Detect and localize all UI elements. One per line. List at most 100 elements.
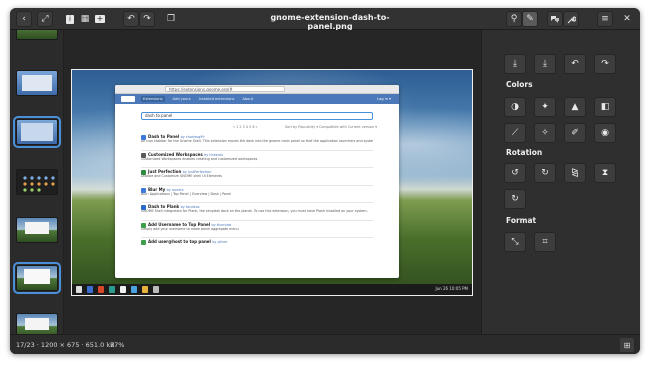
extension-author: by aunetx <box>166 187 184 192</box>
displayed-image: https://extensions.gnome.org/# Extension… <box>71 69 473 296</box>
flip-vertical-icon: ⧗ <box>601 167 609 178</box>
status-bar: 17/23 · 1200 × 675 · 651.0 kB 77% ⊞ <box>10 334 640 354</box>
add-button[interactable]: + <box>94 11 106 27</box>
info-button[interactable]: i <box>64 11 76 27</box>
crop-icon: ⌗ <box>542 236 548 247</box>
save-as-icon: ⤓ <box>543 58 547 69</box>
taskbar-app-icon <box>87 286 93 293</box>
gnome-logo <box>121 96 135 102</box>
extension-list: Dash to Panel by charlesg99 An icon task… <box>141 133 373 256</box>
extension-icon <box>141 205 146 210</box>
grid-view-button[interactable]: ⊞ <box>620 338 634 352</box>
back-button[interactable]: ‹ <box>16 11 32 27</box>
red-eye-button[interactable]: ◉ <box>594 123 616 143</box>
wrench-icon <box>567 15 576 24</box>
curves-icon: ⟋ <box>511 127 519 138</box>
extension-desc: Disable and Customize GNOME shell UI Ele… <box>141 174 222 178</box>
pager: « 1 2 3 4 5 6 » <box>233 125 258 129</box>
thumbnail[interactable] <box>16 30 58 40</box>
gallery-button[interactable]: ▦ <box>79 11 91 27</box>
crop-button[interactable]: ⌗ <box>534 232 556 252</box>
eyedropper-button[interactable]: ✐ <box>564 123 586 143</box>
rotation-heading: Rotation <box>506 148 543 157</box>
red-eye-icon: ◉ <box>601 127 609 138</box>
window-title: gnome-extension-dash-to-panel.png <box>270 13 390 31</box>
levels-button[interactable]: ▲ <box>564 97 586 117</box>
nav-item: Add yours <box>172 97 191 101</box>
image-viewer-window: ‹ ⤢ i ▦ + ↶ ↷ ❐ gnome-extension-dash-to-… <box>10 8 640 354</box>
rotate-right-icon: ↷ <box>143 13 151 24</box>
extension-icon <box>141 240 146 245</box>
rotate-cw-button[interactable]: ↻ <box>534 163 556 183</box>
close-button[interactable]: ✕ <box>620 11 634 27</box>
nav-item: Installed extensions <box>198 97 235 101</box>
flip-horizontal-icon: ⧎ <box>571 167 579 178</box>
chat-button[interactable] <box>547 11 563 27</box>
sort-filters: Sort by Popularity ▾ Compatible with Cur… <box>285 125 377 129</box>
resize-icon: ⤡ <box>511 236 519 247</box>
extension-search-field: dash to panel <box>141 112 373 120</box>
save-as-button[interactable]: ⤓ <box>534 54 556 74</box>
list-item: Just Perfection by JustPerfection Disabl… <box>141 168 373 186</box>
extension-name: Customized Workspaces <box>148 151 203 157</box>
close-icon: ✕ <box>623 13 631 24</box>
magic-wand-icon: ✧ <box>541 127 549 138</box>
zoom-level[interactable]: 77% <box>110 341 124 349</box>
extension-author: by tinkeros <box>204 152 223 157</box>
fullscreen-button[interactable]: ⤢ <box>37 11 53 27</box>
gallery-icon: ▦ <box>80 13 90 24</box>
fullscreen-icon: ⤢ <box>41 13 49 24</box>
edit-pencil-icon: ✎ <box>526 13 534 24</box>
list-item: Dash to Panel by charlesg99 An icon task… <box>141 133 373 151</box>
image-info: 17/23 · 1200 × 675 · 651.0 kB <box>16 341 115 349</box>
list-item: Customized Workspaces by tinkeros Custom… <box>141 151 373 168</box>
extension-desc: Customized Workspaces enables creating a… <box>141 156 258 161</box>
copy-icon: ❐ <box>166 13 176 24</box>
saturation-button[interactable]: ◧ <box>594 97 616 117</box>
grid-icon: ⊞ <box>623 340 631 350</box>
back-icon: ‹ <box>22 13 26 24</box>
rotate-ccw-icon: ↺ <box>511 167 519 178</box>
flip-vertical-button[interactable]: ⧗ <box>594 163 616 183</box>
contrast-button[interactable]: ◑ <box>504 97 526 117</box>
thumbnail-strip[interactable] <box>10 30 64 334</box>
thumbnail[interactable] <box>16 169 58 195</box>
taskbar-app-icon <box>120 286 126 293</box>
extension-desc: An icon taskbar for the Gnome Shell. Thi… <box>141 139 373 143</box>
redo-button[interactable]: ↷ <box>594 54 616 74</box>
flip-horizontal-button[interactable]: ⧎ <box>564 163 586 183</box>
tools-button[interactable] <box>563 11 579 27</box>
thumbnail[interactable] <box>16 217 58 243</box>
rotate-ccw-button[interactable]: ↺ <box>504 163 526 183</box>
magic-wand-button[interactable]: ✧ <box>534 123 556 143</box>
screenshot-taskbar: Jun 26 10:05 PM <box>72 284 472 295</box>
menu-icon: ≡ <box>601 13 609 24</box>
redo-icon: ↷ <box>601 58 609 69</box>
extension-desc: GNOME Shell integration for Plank, the s… <box>141 209 368 213</box>
undo-button[interactable]: ↶ <box>564 54 586 74</box>
thumbnail[interactable] <box>16 70 58 96</box>
copy-button[interactable]: ❐ <box>165 11 177 27</box>
thumbnail-current[interactable] <box>13 262 61 294</box>
extension-icon <box>141 187 146 193</box>
list-item: Dash to Plank by tondeos GNOME Shell int… <box>141 203 373 221</box>
thumbnail[interactable] <box>13 116 61 148</box>
save-icon: ⤓ <box>513 58 517 69</box>
brightness-button[interactable]: ✦ <box>534 97 556 117</box>
curves-button[interactable]: ⟋ <box>504 123 526 143</box>
rotate-left-button[interactable]: ↶ <box>123 11 139 27</box>
pin-button[interactable]: ⚲ <box>506 11 522 27</box>
edit-button[interactable]: ✎ <box>522 11 538 27</box>
menu-button[interactable]: ≡ <box>597 11 613 27</box>
site-nav: Extensions Add yours Installed extension… <box>115 94 399 104</box>
list-item: Add Username to Top Panel by tkurniaw Si… <box>141 221 373 238</box>
rotate-right-button[interactable]: ↷ <box>139 11 155 27</box>
image-canvas[interactable]: https://extensions.gnome.org/# Extension… <box>64 30 481 334</box>
extension-author: by jsilver <box>212 240 228 244</box>
thumbnail[interactable] <box>16 313 58 334</box>
resize-button[interactable]: ⤡ <box>504 232 526 252</box>
rotate-free-button[interactable]: ↻ <box>504 189 526 209</box>
browser-url: https://extensions.gnome.org/# <box>165 86 285 92</box>
screenshot-browser-window: https://extensions.gnome.org/# Extension… <box>115 85 399 278</box>
save-button[interactable]: ⤓ <box>504 54 526 74</box>
